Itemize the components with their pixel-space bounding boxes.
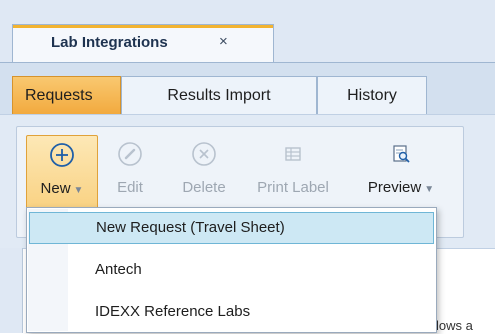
section-tab-bar: Requests Results Import History — [0, 62, 495, 116]
menu-item-idexx-reference-labs[interactable]: IDEXX Reference Labs — [29, 297, 434, 329]
menu-item-new-request-travel-sheet[interactable]: New Request (Travel Sheet) — [29, 212, 434, 244]
document-tab-title: Lab Integrations — [51, 34, 168, 51]
delete-button-label: Delete — [182, 179, 226, 196]
menu-item-antech[interactable]: Antech — [29, 255, 434, 287]
document-tab-strip: Lab Integrations × — [0, 0, 495, 62]
new-button[interactable]: New ▼ — [26, 135, 98, 209]
edit-button[interactable]: Edit — [108, 135, 152, 209]
x-circle-icon — [192, 142, 216, 166]
tab-requests[interactable]: Requests — [12, 76, 121, 116]
edit-button-label: Edit — [117, 179, 143, 196]
tab-history[interactable]: History — [317, 76, 427, 116]
chevron-down-icon[interactable]: ▼ — [74, 185, 84, 196]
chevron-down-icon[interactable]: ▼ — [424, 184, 434, 195]
document-tab-lab-integrations[interactable]: Lab Integrations × — [12, 24, 274, 62]
pencil-circle-icon — [118, 142, 142, 166]
preview-button[interactable]: Preview ▼ — [353, 135, 449, 209]
tab-results-import[interactable]: Results Import — [121, 76, 317, 116]
document-tab-accent — [13, 25, 273, 28]
plus-circle-icon — [50, 143, 74, 167]
preview-button-label: Preview ▼ — [367, 179, 435, 196]
content-left-edge — [0, 248, 23, 333]
new-button-label: New ▼ — [40, 180, 84, 197]
delete-button[interactable]: Delete — [174, 135, 234, 209]
print-label-button-label: Print Label — [257, 179, 329, 196]
preview-magnifier-icon — [393, 145, 410, 163]
print-label-button[interactable]: Print Label — [249, 135, 337, 209]
background-text: lows a — [436, 318, 473, 333]
new-dropdown-menu: New Request (Travel Sheet) Antech IDEXX … — [26, 207, 437, 333]
close-icon[interactable]: × — [219, 33, 228, 50]
label-grid-icon — [285, 147, 301, 161]
